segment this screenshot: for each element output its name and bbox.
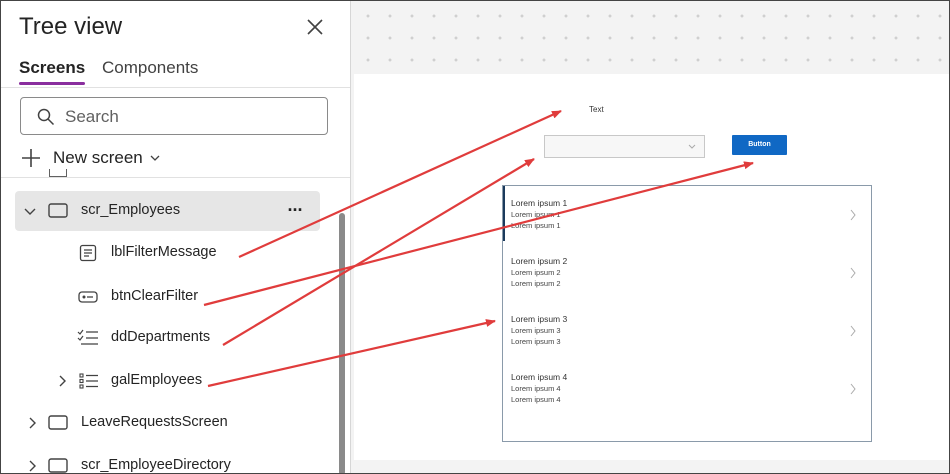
tree-item-scr-employees[interactable]: scr_Employees ... — [15, 191, 320, 231]
gallery-item-subtitle: Lorem ipsum 4 — [511, 384, 561, 393]
new-screen-button[interactable]: New screen — [21, 146, 160, 170]
gallery-item-subtitle: Lorem ipsum 1 — [511, 210, 561, 219]
new-screen-label: New screen — [53, 148, 143, 167]
gallery-item-body: Lorem ipsum 2 — [511, 279, 561, 288]
tree-item-label: galEmployees — [111, 372, 203, 388]
divider — [1, 87, 350, 88]
tab-screens-label: Screens — [19, 58, 86, 77]
gallery-item-title: Lorem ipsum 1 — [511, 198, 568, 208]
dropdown-icon — [77, 329, 98, 345]
gallery-item-subtitle: Lorem ipsum 3 — [511, 326, 561, 335]
tree-item-btnclearfilter[interactable]: btnClearFilter — [15, 277, 320, 317]
divider — [1, 177, 350, 178]
active-tab-indicator — [19, 82, 86, 85]
scrollbar-thumb[interactable] — [339, 213, 345, 473]
tree-item-label: btnClearFilter — [111, 288, 199, 304]
screen-icon — [48, 415, 68, 430]
chevron-right-icon[interactable] — [849, 209, 857, 221]
canvas-gallery[interactable]: Lorem ipsum 1 Lorem ipsum 1 Lorem ipsum … — [502, 185, 872, 442]
gallery-item-body: Lorem ipsum 3 — [511, 337, 561, 346]
chevron-right-icon[interactable] — [849, 325, 857, 337]
screen-icon — [48, 203, 68, 218]
tree-item-galemployees[interactable]: galEmployees — [15, 361, 320, 401]
tab-components-label: Components — [102, 58, 199, 77]
gallery-item[interactable]: Lorem ipsum 4 Lorem ipsum 4 Lorem ipsum … — [503, 360, 871, 418]
search-icon — [37, 108, 55, 126]
gallery-item-title: Lorem ipsum 4 — [511, 372, 568, 382]
tree-item-leaverequestsscreen[interactable]: LeaveRequestsScreen — [15, 403, 320, 443]
tree-item-label: lblFilterMessage — [111, 244, 217, 260]
gallery-item[interactable]: Lorem ipsum 2 Lorem ipsum 2 Lorem ipsum … — [503, 244, 871, 302]
canvas-button[interactable]: Button — [732, 135, 787, 155]
tab-screens[interactable]: Screens — [19, 58, 86, 85]
chevron-down-icon[interactable] — [24, 205, 36, 217]
tree-item-label: scr_EmployeeDirectory — [81, 457, 231, 473]
plus-icon — [22, 149, 40, 167]
tree-item-scr-employeedirectory[interactable]: scr_EmployeeDirectory — [15, 446, 320, 473]
tree-item-lblfiltermessage[interactable]: lblFilterMessage — [15, 233, 320, 273]
canvas-dot-grid — [351, 1, 949, 74]
screen-icon — [48, 458, 68, 473]
chevron-down-icon — [688, 144, 696, 149]
more-options-icon[interactable]: ... — [284, 196, 306, 221]
chevron-right-icon[interactable] — [26, 460, 38, 472]
close-icon — [307, 19, 323, 35]
chevron-right-icon[interactable] — [849, 383, 857, 395]
tree-item-label: scr_Employees — [81, 202, 181, 218]
partial-screen-icon — [49, 169, 67, 177]
close-button[interactable] — [303, 15, 327, 39]
canvas-label[interactable]: Text — [589, 105, 604, 114]
tree-view-panel: Tree view Screens Components New scre — [1, 1, 351, 473]
gallery-icon — [79, 373, 98, 389]
chevron-right-icon[interactable] — [849, 267, 857, 279]
tab-components[interactable]: Components — [102, 58, 198, 78]
label-icon — [79, 244, 97, 262]
chevron-down-icon — [150, 155, 160, 161]
panel-title: Tree view — [19, 13, 123, 40]
tree-item-label: LeaveRequestsScreen — [81, 414, 228, 430]
window-frame: Tree view Screens Components New scre — [0, 0, 950, 474]
search-box[interactable] — [20, 97, 328, 135]
button-icon — [78, 291, 98, 303]
gallery-item-body: Lorem ipsum 4 — [511, 395, 561, 404]
gallery-item-subtitle: Lorem ipsum 2 — [511, 268, 561, 277]
gallery-item-title: Lorem ipsum 3 — [511, 314, 568, 324]
chevron-right-icon[interactable] — [56, 375, 68, 387]
gallery-item[interactable]: Lorem ipsum 3 Lorem ipsum 3 Lorem ipsum … — [503, 302, 871, 360]
gallery-item-body: Lorem ipsum 1 — [511, 221, 561, 230]
tree-item-dddepartments[interactable]: ddDepartments — [15, 318, 320, 358]
canvas-dropdown[interactable] — [544, 135, 705, 158]
tree-item-label: ddDepartments — [111, 329, 211, 345]
search-input[interactable] — [63, 105, 317, 129]
chevron-right-icon[interactable] — [26, 417, 38, 429]
gallery-item-title: Lorem ipsum 2 — [511, 256, 568, 266]
gallery-item[interactable]: Lorem ipsum 1 Lorem ipsum 1 Lorem ipsum … — [503, 186, 871, 244]
